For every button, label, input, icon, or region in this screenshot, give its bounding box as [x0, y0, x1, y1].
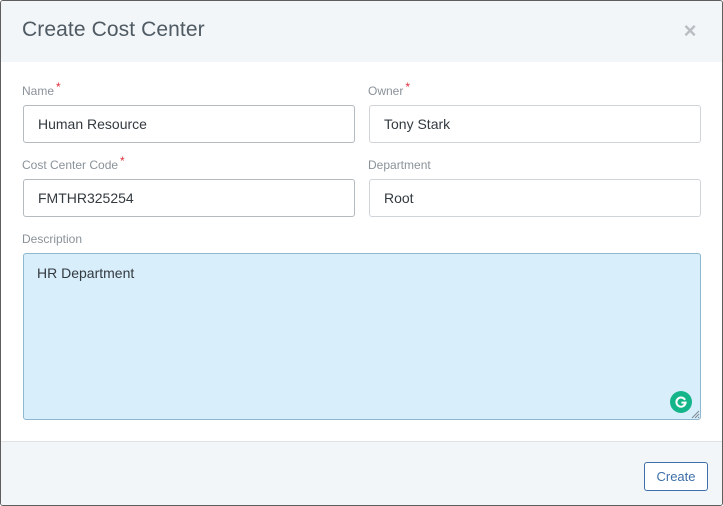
name-input[interactable]: Human Resource	[23, 105, 355, 143]
department-label: Department	[368, 158, 431, 172]
cost-center-code-input[interactable]: FMTHR325254	[23, 179, 355, 217]
owner-label: Owner *	[368, 80, 410, 98]
department-select[interactable]: Root	[369, 179, 701, 217]
owner-label-text: Owner	[368, 84, 404, 98]
department-select-value: Root	[384, 190, 414, 206]
description-textarea[interactable]: HR Department	[23, 253, 701, 420]
close-icon[interactable]: ×	[680, 19, 700, 43]
name-input-value: Human Resource	[38, 116, 147, 132]
description-textarea-value: HR Department	[37, 265, 135, 281]
owner-select[interactable]: Tony Stark	[369, 105, 701, 143]
cost-center-code-input-value: FMTHR325254	[38, 190, 134, 206]
description-label-text: Description	[22, 232, 83, 246]
required-marker: *	[56, 80, 61, 94]
department-label-text: Department	[368, 158, 431, 172]
description-label: Description	[22, 232, 82, 246]
cost-center-code-label: Cost Center Code *	[22, 154, 125, 172]
create-button[interactable]: Create	[644, 462, 708, 491]
dialog-footer	[1, 442, 722, 505]
required-marker: *	[120, 154, 125, 168]
dialog-header: Create Cost Center ×	[1, 1, 722, 62]
cost-center-code-label-text: Cost Center Code	[22, 158, 119, 172]
name-label-text: Name	[22, 84, 55, 98]
name-label: Name *	[22, 80, 61, 98]
dialog-title: Create Cost Center	[22, 18, 205, 41]
create-cost-center-dialog: Create Cost Center × Name * Human Resourc…	[0, 0, 723, 506]
required-marker: *	[405, 80, 411, 94]
grammarly-icon[interactable]	[670, 391, 692, 413]
owner-select-value: Tony Stark	[384, 116, 451, 132]
resize-grip-icon[interactable]	[690, 409, 700, 419]
